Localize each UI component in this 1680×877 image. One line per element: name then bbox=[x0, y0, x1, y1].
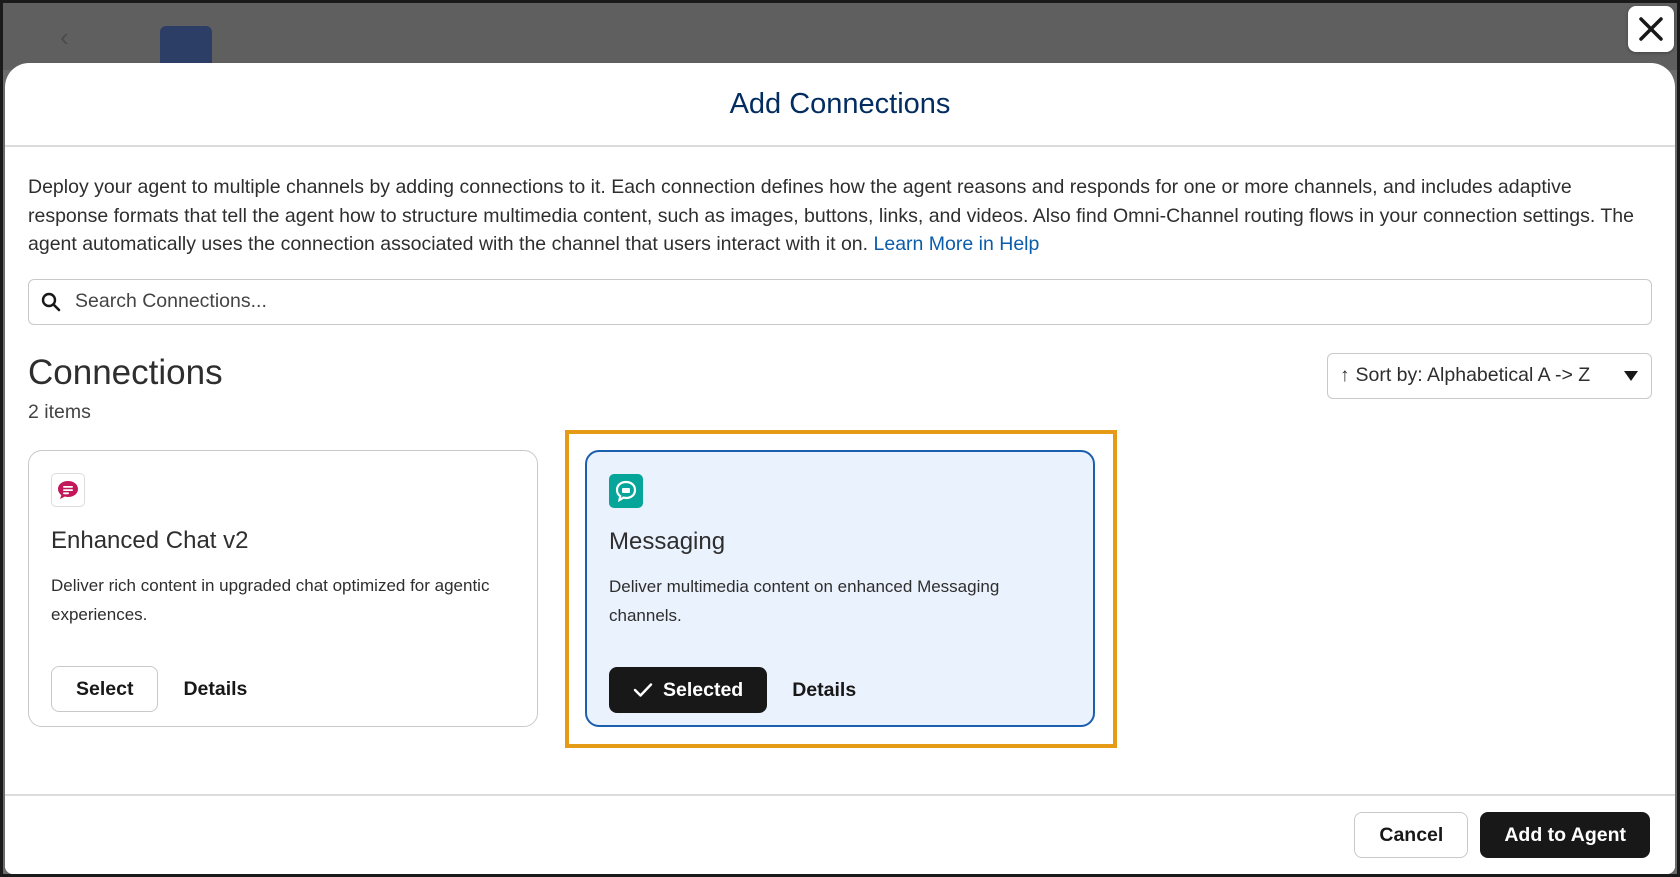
search-input[interactable] bbox=[75, 290, 1575, 313]
backdrop-page-header: ‹ bbox=[0, 0, 1680, 72]
search-box bbox=[28, 278, 1652, 325]
learn-more-link[interactable]: Learn More in Help bbox=[874, 233, 1040, 255]
close-modal-button[interactable] bbox=[1628, 6, 1674, 52]
search-icon bbox=[41, 292, 61, 311]
close-icon bbox=[1639, 17, 1663, 41]
modal-description: Deploy your agent to multiple channels b… bbox=[28, 173, 1652, 259]
chevron-down-icon bbox=[1624, 370, 1638, 381]
add-connections-modal: Add Connections Deploy your agent to mul… bbox=[5, 63, 1675, 874]
modal-header: Add Connections bbox=[5, 63, 1675, 147]
item-count: 2 items bbox=[28, 400, 91, 423]
modal-footer: Cancel Add to Agent bbox=[5, 794, 1675, 874]
add-to-agent-button[interactable]: Add to Agent bbox=[1480, 812, 1650, 858]
checkmark-icon bbox=[633, 683, 653, 697]
card-actions: Selected Details bbox=[609, 667, 1071, 713]
connection-cards: Enhanced Chat v2 Deliver rich content in… bbox=[28, 430, 1128, 750]
modal-body: Deploy your agent to multiple channels b… bbox=[5, 173, 1675, 425]
sort-dropdown[interactable]: ↑ Sort by: Alphabetical A -> Z bbox=[1327, 352, 1652, 399]
card-description: Deliver rich content in upgraded chat op… bbox=[51, 576, 490, 624]
sort-label: Sort by: Alphabetical A -> Z bbox=[1355, 364, 1591, 386]
messaging-icon bbox=[609, 474, 643, 508]
description-text: Deploy your agent to multiple channels b… bbox=[28, 176, 1634, 255]
card-actions: Select Details bbox=[51, 666, 515, 712]
cancel-button[interactable]: Cancel bbox=[1354, 812, 1469, 858]
card-title: Enhanced Chat v2 bbox=[51, 527, 249, 554]
details-button[interactable]: Details bbox=[183, 678, 247, 701]
back-arrow-icon: ‹ bbox=[60, 22, 69, 52]
card-title: Messaging bbox=[609, 528, 726, 555]
modal-title: Add Connections bbox=[729, 87, 951, 120]
selected-label: Selected bbox=[663, 678, 744, 701]
select-button[interactable]: Select bbox=[51, 666, 159, 712]
connection-card-enhanced-chat: Enhanced Chat v2 Deliver rich content in… bbox=[28, 450, 538, 727]
sort-up-arrow-icon: ↑ bbox=[1340, 364, 1350, 386]
card-description: Deliver multimedia content on enhanced M… bbox=[609, 577, 1000, 625]
details-button[interactable]: Details bbox=[792, 679, 856, 702]
connections-section-header: Connections 2 items ↑ Sort by: Alphabeti… bbox=[28, 352, 1652, 425]
connection-card-messaging: Messaging Deliver multimedia content on … bbox=[585, 450, 1095, 727]
chat-bubble-icon bbox=[51, 473, 85, 507]
selected-button[interactable]: Selected bbox=[609, 667, 768, 713]
